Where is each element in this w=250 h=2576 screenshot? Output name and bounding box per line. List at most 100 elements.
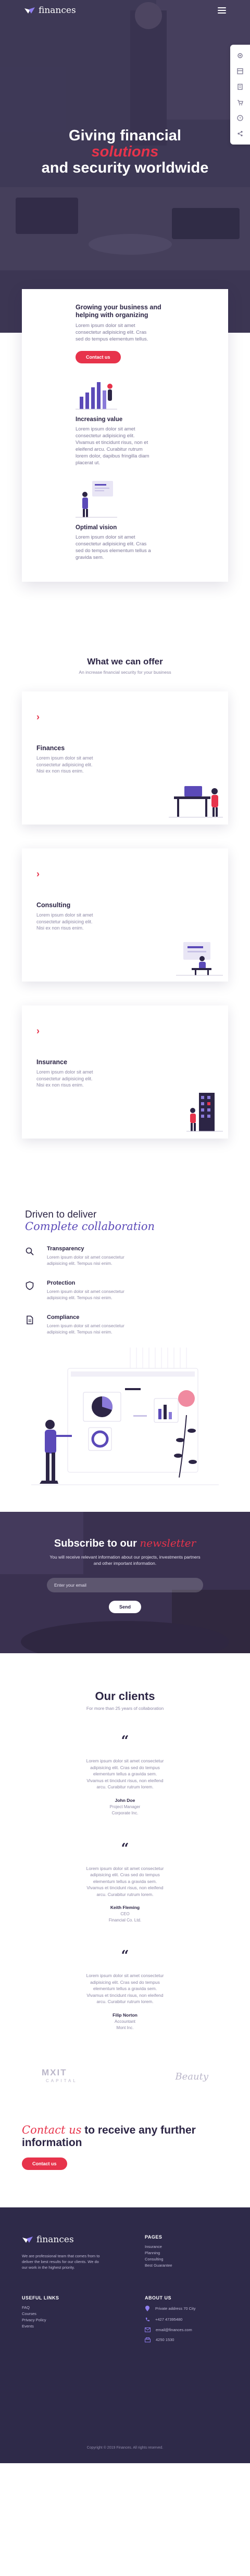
footer-fax-text: 4250 1530 [156, 2337, 174, 2342]
rail-item-share[interactable] [230, 126, 250, 141]
share-icon [238, 130, 243, 137]
testimonial-text: Lorem ipsum dolor sit amet consectetur a… [86, 1865, 164, 1897]
footer-top-row: finances We are professional team that c… [22, 2234, 228, 2270]
client-logo-mxit: MXIT CAPITAL [42, 2068, 78, 2085]
features-title: Growing your business and helping with o… [76, 304, 161, 319]
collab-item-title: Compliance [47, 1314, 80, 1320]
collab-item-title: Transparency [47, 1246, 84, 1252]
chevron-right-icon: › [36, 869, 40, 879]
service-text: Lorem ipsum dolor sit amet consectetur a… [36, 912, 93, 931]
footer-phone[interactable]: +427 47395480 [145, 2317, 228, 2322]
footer-about-text: We are professional team that comes from… [22, 2253, 100, 2270]
collab-item-protection: Protection Lorem ipsum dolor sit amet co… [25, 1280, 228, 1301]
feature-title-optimal-vision: Optimal vision [76, 525, 117, 531]
collaboration-section: Driven to deliver Complete collaboration… [0, 1162, 250, 1491]
testimonial-role: Accountant [114, 2019, 136, 2024]
footer-link-best-guarantee[interactable]: Best Guarantee [145, 2263, 228, 2269]
logo-mark-icon [24, 7, 35, 14]
newsletter-title-main: Subscribe to our [54, 1538, 137, 1549]
footer-useful-heading: USEFUL LINKS [22, 2295, 59, 2300]
shield-icon [26, 1281, 34, 1290]
rail-item-settings[interactable] [230, 48, 250, 63]
collaboration-title: Driven to deliver Complete collaboration [25, 1209, 228, 1232]
footer-link-events[interactable]: Events [22, 2323, 105, 2330]
footer-email[interactable]: email@finances.com [145, 2327, 228, 2332]
footer-phone-text: +427 47395480 [155, 2317, 183, 2322]
offer-header: What we can offer An increase financial … [0, 657, 250, 675]
footer-link-consulting[interactable]: Consulting [145, 2256, 228, 2263]
collaboration-content: Driven to deliver Complete collaboration… [22, 1209, 228, 1335]
contact-us-button[interactable]: Contact us [76, 351, 121, 363]
footer-email-text: email@finances.com [156, 2327, 192, 2332]
quote-icon: “ [121, 1733, 129, 1749]
newsletter-title: Subscribe to our newsletter [0, 1537, 250, 1550]
service-card-insurance[interactable]: › Insurance Lorem ipsum dolor sit amet c… [22, 1005, 228, 1139]
footer-link-faq[interactable]: FAQ [22, 2305, 105, 2311]
feature-text-increasing-value: Lorem ipsum dolor sit amet consectetur a… [76, 426, 149, 466]
contact-title: Contact us to receive any further inform… [22, 2124, 228, 2149]
contact-section: Contact us to receive any further inform… [22, 2124, 228, 2207]
newsletter-email-field[interactable] [47, 1578, 203, 1592]
footer-pages-column: PAGES Insurance Planning Consulting Best… [145, 2234, 228, 2270]
footer-link-planning[interactable]: Planning [145, 2250, 228, 2256]
footer-address: Private address 70 City [145, 2305, 228, 2312]
testimonial-card: “ Lorem ipsum dolor sit amet consectetur… [0, 1949, 250, 2030]
cart-icon [238, 100, 243, 106]
clients-header: Our clients For more than 25 years of co… [0, 1690, 250, 1711]
collab-item-title: Protection [47, 1280, 76, 1286]
footer-logo[interactable]: finances [22, 2234, 105, 2245]
rail-item-pages[interactable] [230, 79, 250, 95]
offer-section: What we can offer An increase financial … [0, 582, 250, 1139]
footer-fax: 4250 1530 [145, 2337, 228, 2343]
testimonial-role: CEO [120, 1912, 130, 1916]
service-text: Lorem ipsum dolor sit amet consectetur a… [36, 1069, 93, 1088]
footer-link-courses[interactable]: Courses [22, 2311, 105, 2317]
clients-section: Our clients For more than 25 years of co… [0, 1653, 250, 2085]
rail-item-cart[interactable] [230, 95, 250, 110]
footer-about-heading: ABOUT US [145, 2295, 171, 2300]
vision-illustration-icon [76, 481, 117, 518]
service-card-consulting[interactable]: › Consulting Lorem ipsum dolor sit amet … [22, 848, 228, 982]
send-button[interactable]: Send [108, 1601, 141, 1613]
svg-text:?: ? [239, 117, 241, 121]
hero-title-line1: Giving financial [69, 127, 181, 144]
testimonial-name: Filip Norton [113, 2012, 138, 2018]
client-logo-mxit-sub: CAPITAL [46, 2078, 78, 2083]
rail-item-layout[interactable] [230, 63, 250, 79]
finance-desk-illustration-icon [169, 786, 223, 818]
contact-us-button[interactable]: Contact us [22, 2157, 67, 2170]
contact-title-emphasis: Contact us [22, 2123, 82, 2136]
navbar: finances [0, 0, 250, 21]
footer-link-privacy-policy[interactable]: Privacy Policy [22, 2317, 105, 2323]
consulting-illustration-icon [176, 942, 223, 976]
feature-text-optimal-vision: Lorem ipsum dolor sit amet consectetur a… [76, 534, 151, 560]
client-logo-beauty: Beauty [175, 2071, 208, 2082]
newsletter-section: Subscribe to our newsletter You will rec… [0, 1512, 250, 1653]
clients-subtitle: For more than 25 years of collaboration [86, 1706, 164, 1711]
brand-logo[interactable]: finances [24, 5, 76, 16]
menu-icon[interactable] [218, 7, 226, 14]
dashboard-illustration [31, 1348, 219, 1485]
service-title: Insurance [36, 1058, 68, 1066]
footer-link-insurance[interactable]: Insurance [145, 2244, 228, 2250]
email-input[interactable] [54, 1583, 196, 1588]
collab-item-transparency: Transparency Lorem ipsum dolor sit amet … [25, 1246, 228, 1266]
clients-title: Our clients [95, 1690, 155, 1703]
collab-item-text: Lorem ipsum dolor sit amet consectetur a… [47, 1289, 124, 1300]
testimonial-company: Mont Inc. [116, 2025, 134, 2030]
location-pin-icon [145, 2305, 149, 2311]
insurance-building-illustration-icon [186, 1093, 223, 1132]
rail-item-help[interactable]: ? [230, 110, 250, 126]
testimonial-name: John Doe [115, 1797, 135, 1803]
hero-section: finances ? Giving financial solutions an… [0, 0, 250, 333]
offer-subtitle: An increase financial security for your … [79, 670, 171, 675]
footer-useful-column: USEFUL LINKS FAQ Courses Privacy Policy … [22, 2295, 105, 2343]
mail-icon [145, 2327, 151, 2332]
footer-brand-name: finances [36, 2234, 74, 2245]
pages-icon [238, 84, 243, 90]
newsletter-title-emphasis: newsletter [140, 1537, 196, 1549]
newsletter-text: You will receive relevant information ab… [49, 1554, 201, 1566]
service-card-finances[interactable]: › Finances Lorem ipsum dolor sit amet co… [22, 691, 228, 825]
testimonial-card: “ Lorem ipsum dolor sit amet consectetur… [0, 1733, 250, 1815]
features-card: Growing your business and helping with o… [22, 289, 228, 582]
